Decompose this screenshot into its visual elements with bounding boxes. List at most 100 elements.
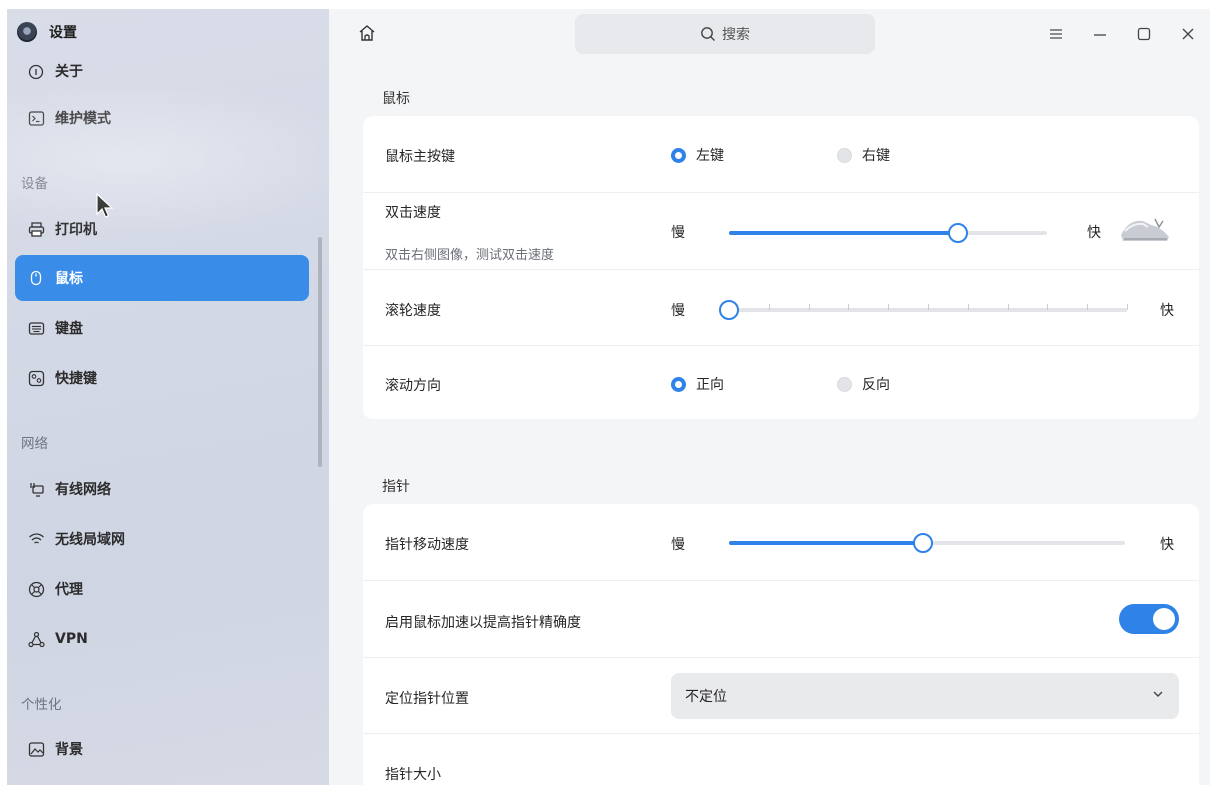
vpn-icon (27, 630, 45, 648)
keyboard-icon (27, 319, 45, 337)
slider-tick (888, 304, 890, 310)
sidebar-item-printer[interactable]: 打印机 (15, 206, 309, 252)
pointer-speed-row: 指针移动速度 慢 快 (363, 504, 1199, 580)
home-button[interactable] (357, 23, 379, 45)
maximize-button[interactable] (1122, 21, 1166, 47)
sidebar-item-label: 鼠标 (55, 271, 83, 287)
slider-tick (967, 304, 969, 310)
pointer-size-row: 指针大小 (363, 733, 1199, 785)
sidebar-item-mouse[interactable]: 鼠标 (15, 255, 309, 301)
toggle-knob (1153, 608, 1175, 630)
sidebar-item-label: 打印机 (55, 222, 97, 238)
locate-pointer-select[interactable]: 不定位 (671, 673, 1179, 719)
group-label-personalize: 个性化 (21, 697, 62, 713)
scroll-speed-label: 滚轮速度 (385, 303, 441, 319)
sidebar-item-proxy[interactable]: 代理 (15, 566, 309, 612)
double-click-label: 双击速度 (385, 205, 441, 221)
sidebar-item-maintenance[interactable]: 维护模式 (15, 95, 309, 141)
scroll-speed-slider[interactable] (719, 300, 1128, 320)
group-label-network: 网络 (21, 436, 48, 452)
select-value: 不定位 (685, 689, 727, 705)
radio-label: 右键 (862, 148, 890, 164)
acceleration-label: 启用鼠标加速以提高指针精确度 (385, 615, 581, 631)
scroll-direction-label: 滚动方向 (385, 378, 441, 394)
window-controls (1034, 21, 1210, 47)
sidebar-item-label: VPN (55, 631, 88, 647)
slider-tick (808, 304, 810, 310)
section-title-pointer: 指针 (382, 479, 410, 495)
close-icon (1182, 28, 1194, 40)
pointer-speed-slider[interactable] (729, 533, 1125, 553)
mouse-cursor-icon (96, 192, 114, 218)
radio-label: 反向 (862, 377, 890, 393)
slider-fill (729, 541, 924, 545)
section-title-mouse: 鼠标 (382, 91, 410, 107)
pointer-size-label: 指针大小 (385, 767, 441, 783)
main-content: 搜索 鼠标 鼠标主按键 左键 右键 双击速度 双击右侧图像，测试双击速度 慢 快… (329, 9, 1210, 785)
settings-app-icon (17, 22, 37, 42)
slider-thumb[interactable] (913, 533, 934, 553)
slider-tick (1087, 304, 1089, 310)
slider-tick (768, 304, 770, 310)
mouse-settings-card: 鼠标主按键 左键 右键 双击速度 双击右侧图像，测试双击速度 慢 快 滚轮速度 … (363, 116, 1199, 419)
search-placeholder: 搜索 (722, 27, 750, 43)
slider-fill (729, 231, 958, 235)
terminal-icon (27, 109, 45, 127)
sidebar-item-label: 无线局域网 (55, 532, 125, 548)
slider-tick (1047, 304, 1049, 310)
minimize-icon (1094, 34, 1106, 36)
slider-slow-label: 慢 (671, 225, 685, 241)
pointer-speed-label: 指针移动速度 (385, 537, 469, 553)
app-title: 设置 (49, 25, 77, 41)
slider-fast-label: 快 (1160, 537, 1174, 553)
scroll-direction-row: 滚动方向 正向 反向 (363, 345, 1199, 419)
slider-tick (1127, 304, 1128, 310)
radio-left-button[interactable]: 左键 (671, 145, 724, 165)
image-icon (27, 740, 45, 758)
double-click-slider[interactable] (729, 223, 1047, 243)
double-click-row: 双击速度 双击右侧图像，测试双击速度 慢 快 (363, 192, 1199, 269)
group-label-device: 设备 (21, 176, 48, 192)
app-title-bar: 设置 (17, 22, 77, 42)
slider-slow-label: 慢 (671, 303, 685, 319)
sidebar-item-background[interactable]: 背景 (15, 726, 309, 772)
search-input[interactable]: 搜索 (575, 14, 875, 54)
sidebar-item-label: 代理 (55, 582, 83, 598)
slider-thumb[interactable] (947, 223, 968, 243)
radio-label: 正向 (696, 377, 724, 393)
radio-label: 左键 (696, 148, 724, 164)
double-click-test-image[interactable] (1115, 211, 1175, 245)
sidebar: 设置 关于 维护模式 设备 打印机 鼠标 键盘 快捷键 网络 有线网络 无线局域… (7, 9, 329, 785)
radio-reverse[interactable]: 反向 (837, 374, 890, 394)
close-button[interactable] (1166, 21, 1210, 47)
sidebar-item-about[interactable]: 关于 (15, 53, 309, 83)
sidebar-item-shortcuts[interactable]: 快捷键 (15, 355, 309, 401)
acceleration-toggle[interactable] (1119, 604, 1179, 634)
slider-slow-label: 慢 (671, 537, 685, 553)
sidebar-item-wired-network[interactable]: 有线网络 (15, 466, 309, 512)
settings-window: 设置 关于 维护模式 设备 打印机 鼠标 键盘 快捷键 网络 有线网络 无线局域… (7, 9, 1210, 785)
sidebar-item-keyboard[interactable]: 键盘 (15, 305, 309, 351)
proxy-icon (27, 580, 45, 598)
wired-network-icon (27, 480, 45, 498)
slider-fast-label: 快 (1087, 225, 1101, 241)
shortcut-icon (27, 369, 45, 387)
radio-unselected-indicator (837, 376, 852, 392)
slider-fast-label: 快 (1160, 303, 1174, 319)
radio-right-button[interactable]: 右键 (837, 145, 890, 165)
mouse-icon (27, 269, 45, 287)
primary-button-label: 鼠标主按键 (385, 149, 455, 165)
locate-pointer-label: 定位指针位置 (385, 691, 469, 707)
radio-forward[interactable]: 正向 (671, 374, 724, 394)
title-bar: 搜索 (329, 9, 1210, 57)
slider-thumb[interactable] (719, 300, 739, 320)
home-icon (359, 25, 375, 41)
minimize-button[interactable] (1078, 21, 1122, 47)
sidebar-item-wifi[interactable]: 无线局域网 (15, 516, 309, 562)
menu-button[interactable] (1034, 21, 1078, 47)
sidebar-item-label: 背景 (55, 742, 83, 758)
double-click-hint: 双击右侧图像，测试双击速度 (385, 248, 555, 263)
sidebar-scrollbar[interactable] (318, 237, 322, 467)
sidebar-item-vpn[interactable]: VPN (15, 616, 309, 662)
slider-tick (1007, 304, 1009, 310)
